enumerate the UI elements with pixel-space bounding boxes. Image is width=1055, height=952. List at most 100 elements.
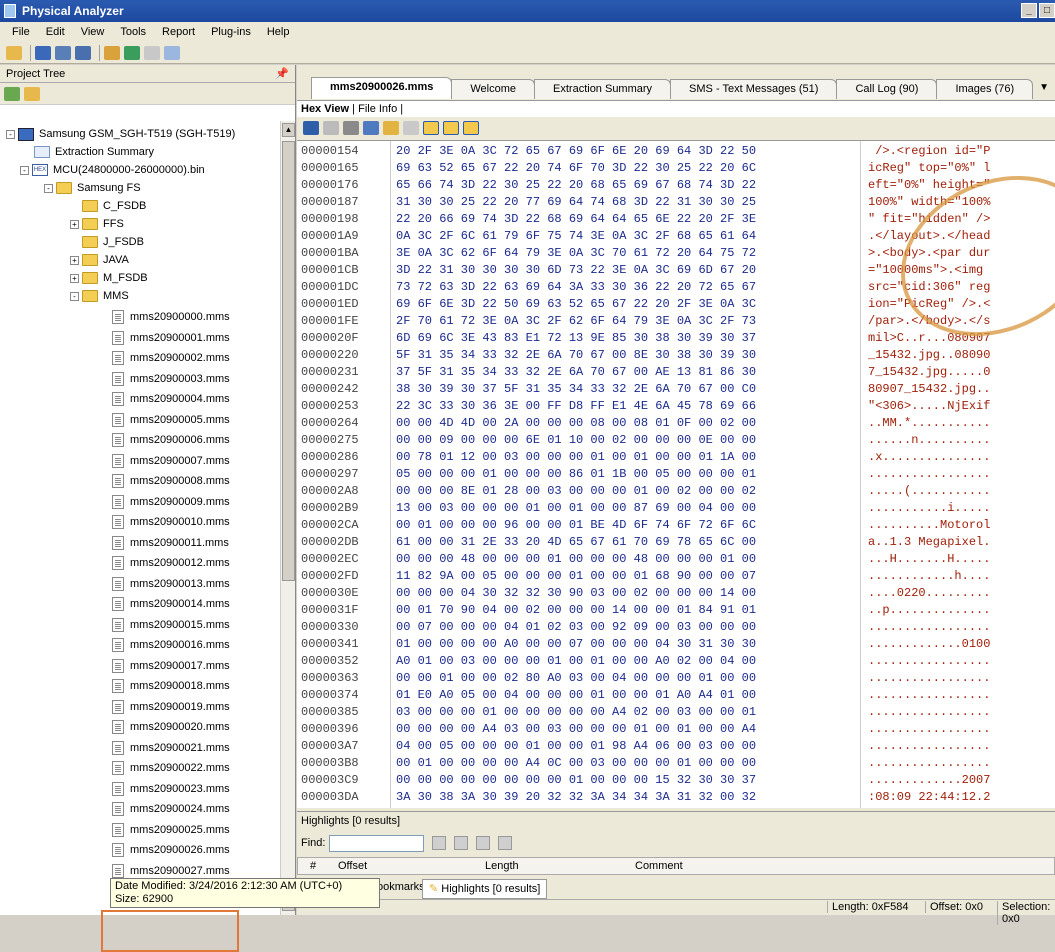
menu-file[interactable]: File (6, 26, 40, 38)
tree-node[interactable]: mms20900009.mms (112, 493, 230, 511)
tree-node[interactable]: mms20900026.mms (112, 841, 230, 859)
col-offset[interactable]: Offset (338, 860, 367, 872)
minimize-button[interactable]: _ (1021, 3, 1037, 18)
tree-node[interactable]: mms20900019.mms (112, 698, 230, 716)
col-length[interactable]: Length (485, 860, 519, 872)
settings-icon[interactable] (164, 45, 180, 60)
find-next-icon[interactable] (454, 836, 469, 850)
tree-node[interactable]: mms20900014.mms (112, 595, 230, 613)
tree-node[interactable]: - MMS (70, 287, 129, 305)
tree-node[interactable]: mms20900025.mms (112, 821, 230, 839)
tree-node[interactable]: mms20900011.mms (112, 534, 229, 552)
tree-node[interactable]: mms20900021.mms (112, 739, 230, 757)
view-mode-3-icon[interactable] (463, 121, 479, 135)
hex-row[interactable]: 000003B8 00 01 00 00 00 00 A4 0C 00 03 00… (297, 755, 1055, 772)
maximize-button[interactable]: □ (1039, 3, 1055, 18)
tree-node[interactable]: mms20900022.mms (112, 759, 230, 777)
goto-icon[interactable] (363, 121, 379, 135)
tree-node[interactable]: mms20900027.mms (112, 862, 230, 880)
open-folder-icon[interactable] (6, 45, 22, 60)
hex-row[interactable]: 00000396 00 00 00 00 A4 03 00 03 00 00 00… (297, 721, 1055, 738)
tree-node[interactable]: + FFS (70, 215, 124, 233)
tree-node[interactable]: J_FSDB (82, 233, 144, 251)
expand-icon[interactable]: + (70, 273, 79, 283)
expand-icon[interactable]: + (70, 255, 79, 265)
menu-tools[interactable]: Tools (114, 26, 156, 38)
tree-node[interactable]: mms20900024.mms (112, 800, 230, 818)
find-export-icon[interactable] (498, 836, 513, 850)
tab-mms-file[interactable]: mms20900026.mms (311, 77, 453, 99)
collapse-icon[interactable]: - (44, 183, 53, 193)
hex-row[interactable]: 000003A7 04 00 05 00 00 00 01 00 00 01 98… (297, 738, 1055, 755)
print-icon[interactable] (144, 45, 160, 60)
tree-node[interactable]: mms20900017.mms (112, 657, 230, 675)
menu-edit[interactable]: Edit (40, 26, 75, 38)
tab-images[interactable]: Images (76) (936, 79, 1034, 99)
col-comment[interactable]: Comment (635, 860, 683, 872)
menu-help[interactable]: Help (261, 26, 300, 38)
tree-node[interactable]: mms20900007.mms (112, 452, 230, 470)
search-icon[interactable] (75, 45, 91, 60)
tree-node[interactable]: mms20900000.mms (112, 308, 230, 326)
hex-row[interactable]: 000003DA 3A 30 38 3A 30 39 20 32 32 3A 34… (297, 789, 1055, 806)
hex-row[interactable]: 000002EC 00 00 00 48 00 00 00 01 00 00 00… (297, 551, 1055, 568)
tab-bookmarks[interactable]: ookmarks (377, 881, 425, 893)
hex-row[interactable]: 0000031F 00 01 70 90 04 00 02 00 00 00 14… (297, 602, 1055, 619)
tree-node[interactable]: mms20900004.mms (112, 390, 230, 408)
copy-icon[interactable] (323, 121, 339, 135)
tab-extraction-summary[interactable]: Extraction Summary (534, 79, 672, 99)
hex-row[interactable]: 00000286 00 78 01 12 00 03 00 00 00 01 00… (297, 449, 1055, 466)
hex-row[interactable]: 00000330 00 07 00 00 00 04 01 02 03 00 92… (297, 619, 1055, 636)
view-mode-1-icon[interactable] (423, 121, 439, 135)
tree-node[interactable]: mms20900006.mms (112, 431, 230, 449)
binoculars-icon[interactable] (55, 45, 71, 60)
tree-node[interactable]: mms20900001.mms (112, 329, 230, 347)
hex-row[interactable]: 00000264 00 00 4D 4D 00 2A 00 00 00 08 00… (297, 415, 1055, 432)
find-clear-icon[interactable] (476, 836, 491, 850)
hex-row[interactable]: 000002CA 00 01 00 00 00 96 00 00 01 BE 4D… (297, 517, 1055, 534)
tree-node[interactable]: - Samsung GSM_SGH-T519 (SGH-T519) (6, 125, 235, 143)
tree-node[interactable]: mms20900020.mms (112, 718, 230, 736)
hex-row[interactable]: 00000374 01 E0 A0 05 00 04 00 00 00 01 00… (297, 687, 1055, 704)
scroll-thumb[interactable] (282, 141, 295, 581)
menu-report[interactable]: Report (156, 26, 205, 38)
subtab-file-info[interactable]: File Info (358, 103, 397, 115)
hex-row[interactable]: 00000341 01 00 00 00 00 A0 00 00 07 00 00… (297, 636, 1055, 653)
hex-row[interactable]: 00000297 05 00 00 00 01 00 00 00 86 01 1B… (297, 466, 1055, 483)
tree-node[interactable]: + JAVA (70, 251, 129, 269)
hex-row[interactable]: 0000030E 00 00 00 04 30 32 32 30 90 03 00… (297, 585, 1055, 602)
hex-row[interactable]: 000002B9 13 00 03 00 00 00 01 00 01 00 00… (297, 500, 1055, 517)
hex-row[interactable]: 00000242 38 30 39 30 37 5F 31 35 34 33 32… (297, 381, 1055, 398)
extract-icon[interactable] (35, 45, 51, 60)
tree-node[interactable]: mms20900015.mms (112, 616, 230, 634)
expand-icon[interactable]: + (70, 219, 79, 229)
tree-node[interactable]: mms20900018.mms (112, 677, 230, 695)
tree-node[interactable]: mms20900003.mms (112, 370, 230, 388)
tree-expand-icon[interactable] (4, 86, 20, 101)
find-input[interactable] (329, 834, 425, 852)
pin-icon[interactable]: 📌 (275, 67, 289, 80)
tree-node[interactable]: mms20900010.mms (112, 513, 230, 531)
tree-node[interactable]: mms20900008.mms (112, 472, 230, 490)
hex-row[interactable]: 0000020F 6D 69 6C 3E 43 83 E1 72 13 9E 85… (297, 330, 1055, 347)
report-icon[interactable] (104, 45, 120, 60)
tab-call-log[interactable]: Call Log (90) (836, 79, 938, 99)
tree-node[interactable]: Extraction Summary (34, 143, 154, 161)
tree-node[interactable]: mms20900013.mms (112, 575, 230, 593)
view-mode-2-icon[interactable] (443, 121, 459, 135)
hex-row[interactable]: 00000154 20 2F 3E 0A 3C 72 65 67 69 6F 6E… (297, 143, 1055, 160)
hex-row[interactable]: 00000352 A0 01 00 03 00 00 00 01 00 01 00… (297, 653, 1055, 670)
tree-node[interactable]: + M_FSDB (70, 269, 148, 287)
hex-row[interactable]: 00000253 22 3C 33 30 36 3E 00 FF D8 FF E1… (297, 398, 1055, 415)
find-icon[interactable] (343, 121, 359, 135)
collapse-icon[interactable]: - (70, 291, 79, 301)
hex-row[interactable]: 00000220 5F 31 35 34 33 32 2E 6A 70 67 00… (297, 347, 1055, 364)
tab-sms[interactable]: SMS - Text Messages (51) (670, 79, 838, 99)
tree-node[interactable]: mms20900016.mms (112, 636, 230, 654)
hex-row[interactable]: 00000275 00 00 09 00 00 00 6E 01 10 00 02… (297, 432, 1055, 449)
hex-row[interactable]: 000002A8 00 00 00 8E 01 28 00 03 00 00 00… (297, 483, 1055, 500)
tab-overflow-arrow-icon[interactable]: ▼ (1039, 82, 1049, 93)
hex-row[interactable]: 00000385 03 00 00 00 01 00 00 00 00 00 A4… (297, 704, 1055, 721)
tree-node[interactable]: mms20900002.mms (112, 349, 230, 367)
hex-row[interactable]: 000003C9 00 00 00 00 00 00 00 00 01 00 00… (297, 772, 1055, 789)
